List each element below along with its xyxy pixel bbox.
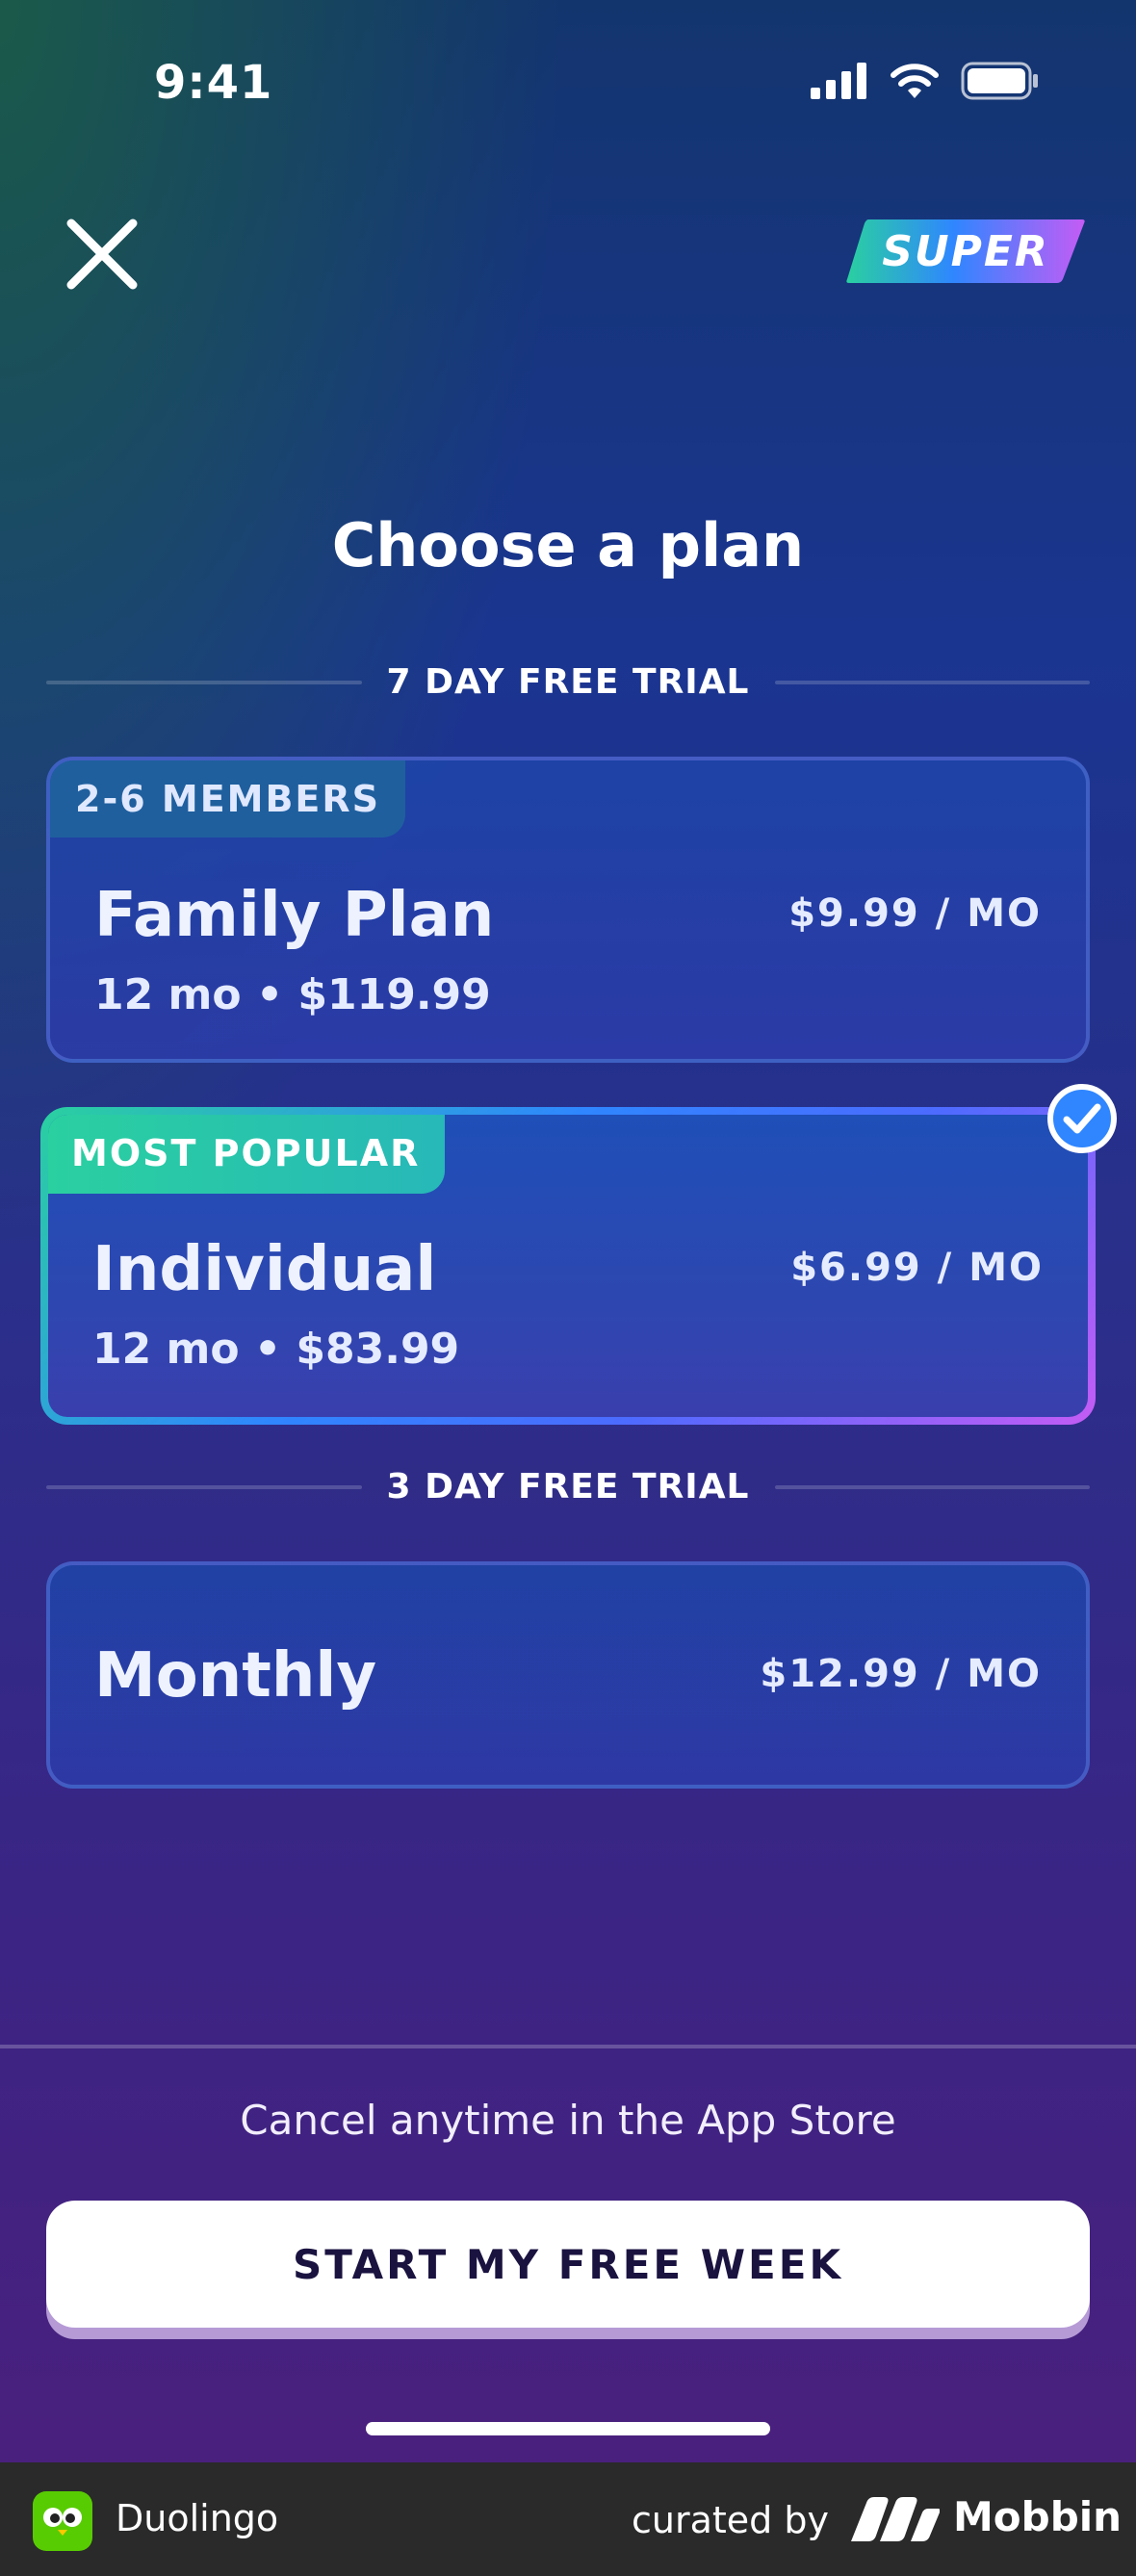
plan-price: $12.99 / MO [760, 1652, 1042, 1696]
plan-name: Monthly [94, 1640, 377, 1712]
plan-tag: MOST POPULAR [48, 1115, 446, 1194]
cancel-note: Cancel anytime in the App Store [240, 2097, 896, 2144]
section-divider-3-day: 3 DAY FREE TRIAL [46, 1467, 1091, 1507]
wifi-icon [891, 64, 939, 98]
status-icons [811, 62, 1040, 100]
attribution-bar: Duolingo curated by Mobbin [0, 2462, 1136, 2576]
app-name: Duolingo [116, 2497, 279, 2539]
plan-card-family[interactable]: 2-6 MEMBERS Family Plan 12 mo • $119.99 … [46, 757, 1090, 1063]
super-badge-label: SUPER [882, 226, 1049, 276]
cellular-signal-icon [811, 63, 866, 99]
footer-divider [0, 2045, 1136, 2048]
status-time: 9:41 [154, 56, 273, 110]
mobbin-logo-icon [851, 2497, 940, 2541]
selected-check-badge [1047, 1084, 1117, 1153]
start-free-week-button[interactable]: START MY FREE WEEK [46, 2201, 1090, 2328]
home-indicator [366, 2422, 770, 2435]
page-title: Choose a plan [331, 510, 805, 580]
plan-price: $9.99 / MO [788, 891, 1042, 936]
close-icon [66, 219, 138, 290]
mobbin-brand: Mobbin [953, 2493, 1123, 2540]
section-label: 3 DAY FREE TRIAL [386, 1467, 750, 1507]
duolingo-app-icon [33, 2491, 92, 2551]
plan-name: Family Plan [94, 880, 495, 951]
curated-by-label: curated by [632, 2499, 829, 2541]
section-divider-7-day: 7 DAY FREE TRIAL [46, 662, 1091, 702]
plan-card-monthly[interactable]: Monthly $12.99 / MO [46, 1561, 1090, 1789]
plan-detail: 12 mo • $119.99 [94, 970, 491, 1019]
plan-detail: 12 mo • $83.99 [92, 1325, 460, 1374]
checkmark-icon [1063, 1103, 1101, 1134]
plan-name: Individual [92, 1234, 437, 1305]
plan-card-individual[interactable]: MOST POPULAR Individual 12 mo • $83.99 $… [40, 1107, 1096, 1425]
super-badge: SUPER [845, 219, 1086, 283]
battery-icon [961, 62, 1038, 100]
plan-price: $6.99 / MO [790, 1246, 1044, 1290]
close-button[interactable] [62, 214, 142, 295]
section-label: 7 DAY FREE TRIAL [386, 662, 750, 702]
plan-tag: 2-6 MEMBERS [50, 760, 406, 837]
